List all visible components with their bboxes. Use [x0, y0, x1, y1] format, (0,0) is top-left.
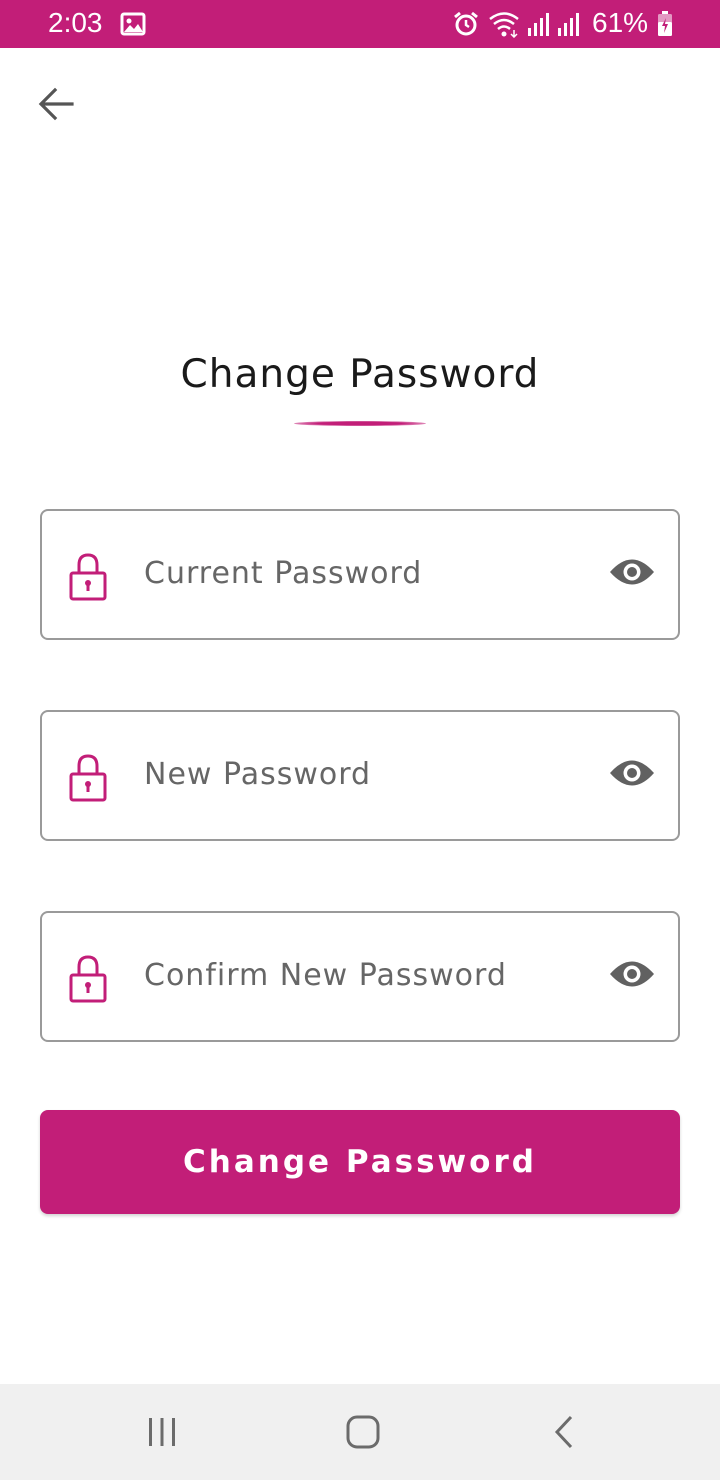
battery-charging-icon: [656, 10, 674, 38]
title-underline: [294, 421, 426, 426]
nav-bar: [0, 1384, 720, 1480]
back-icon: [554, 1415, 573, 1449]
image-icon: [120, 10, 146, 38]
lock-icon: [69, 754, 107, 802]
confirm-password-input[interactable]: [144, 943, 584, 1007]
signal-icon: [556, 10, 582, 38]
eye-icon[interactable]: [608, 555, 656, 589]
lock-icon: [69, 553, 107, 601]
current-password-field: [40, 509, 680, 640]
recents-icon: [149, 1418, 175, 1446]
home-button[interactable]: [333, 1408, 393, 1456]
wifi-icon: [488, 10, 520, 39]
status-bar: 2:03 61%: [0, 0, 720, 48]
home-icon: [346, 1415, 380, 1449]
confirm-password-field: [40, 911, 680, 1042]
lock-icon: [69, 955, 107, 1003]
system-back-button[interactable]: [534, 1408, 594, 1456]
eye-icon[interactable]: [608, 756, 656, 790]
alarm-icon: [452, 10, 480, 38]
arrow-left-icon: [38, 87, 74, 121]
new-password-field: [40, 710, 680, 841]
battery-percent: 61%: [592, 7, 649, 38]
page-title: Change Password: [180, 352, 540, 397]
recents-button[interactable]: [132, 1408, 192, 1456]
eye-icon[interactable]: [608, 957, 656, 991]
new-password-input[interactable]: [144, 742, 584, 806]
current-password-input[interactable]: [144, 541, 584, 605]
back-button[interactable]: [28, 80, 84, 128]
status-time: 2:03: [48, 7, 103, 38]
change-password-button[interactable]: Change Password: [40, 1110, 680, 1214]
signal-icon: [526, 10, 552, 38]
